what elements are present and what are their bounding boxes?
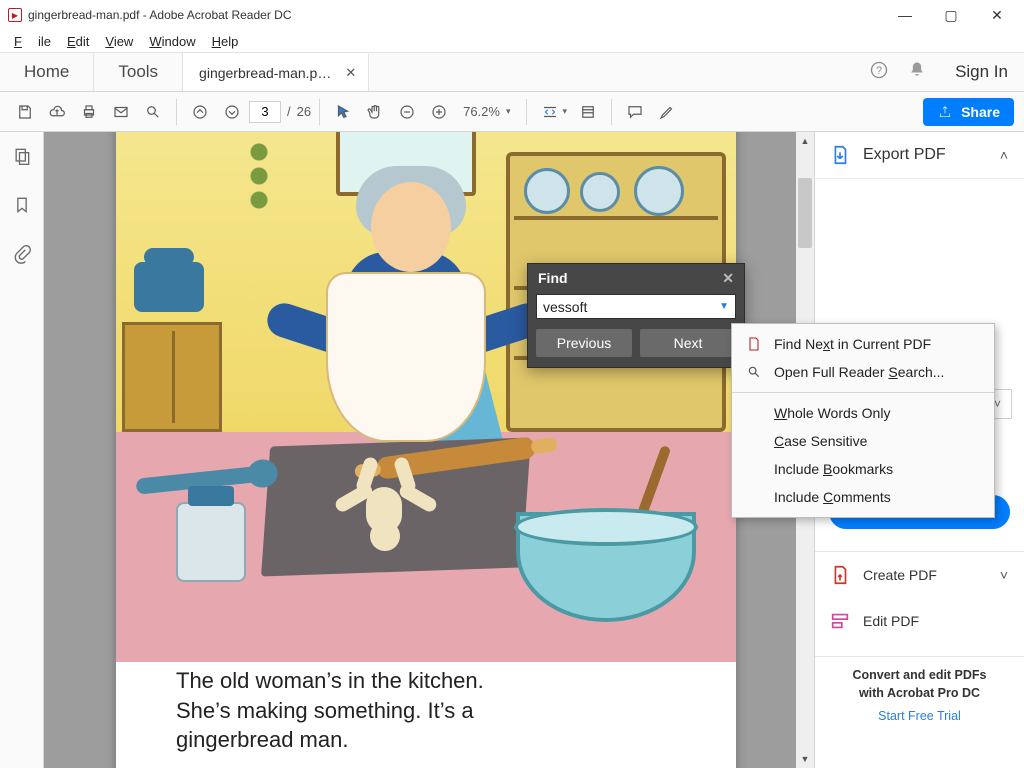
page-total: 26: [297, 104, 311, 119]
cloud-upload-icon[interactable]: [42, 97, 72, 127]
scroll-up-icon[interactable]: ▲: [796, 132, 814, 150]
tool-edit-pdf[interactable]: Edit PDF: [815, 598, 1024, 644]
fit-dropdown-caret[interactable]: ▾: [563, 106, 568, 117]
svg-text:?: ?: [876, 65, 882, 77]
window-minimize-button[interactable]: —: [882, 0, 928, 30]
chevron-up-icon: ˄: [1000, 147, 1008, 163]
menubar: File Edit View Window Help: [0, 30, 1024, 52]
scroll-thumb[interactable]: [798, 178, 812, 248]
tab-home[interactable]: Home: [0, 53, 94, 91]
help-icon[interactable]: ?: [869, 60, 889, 85]
page-down-icon[interactable]: [217, 97, 247, 127]
menu-include-comments[interactable]: Include Comments: [732, 483, 994, 511]
app-icon: [8, 8, 22, 22]
workspace: ◂: [0, 132, 1024, 768]
share-button[interactable]: Share: [923, 98, 1014, 126]
hand-icon[interactable]: [360, 97, 390, 127]
fit-width-icon[interactable]: [535, 97, 565, 127]
window-maximize-button[interactable]: ▢: [928, 0, 974, 30]
menu-whole-words[interactable]: Whole Words Only: [732, 399, 994, 427]
chevron-down-icon: ˅: [1000, 567, 1008, 583]
tab-document-label: gingerbread-man.p…: [199, 65, 331, 81]
page-illustration: [116, 132, 736, 662]
select-cursor-icon[interactable]: [328, 97, 358, 127]
menu-find-next-current[interactable]: Find Next in Current PDF: [732, 330, 994, 358]
menu-help[interactable]: Help: [204, 32, 247, 51]
zoom-in-icon[interactable]: [424, 97, 454, 127]
menu-file[interactable]: File: [6, 32, 59, 51]
start-free-trial-link[interactable]: Start Free Trial: [825, 708, 1014, 726]
search-icon: [746, 364, 762, 380]
comment-icon[interactable]: [620, 97, 650, 127]
highlight-icon[interactable]: [652, 97, 682, 127]
menu-view[interactable]: View: [97, 32, 141, 51]
tab-document[interactable]: gingerbread-man.p… ✕: [183, 53, 369, 91]
save-icon[interactable]: [10, 97, 40, 127]
chevron-down-icon: ˅: [994, 397, 1001, 411]
tabstrip: Home Tools gingerbread-man.p… ✕ ? Sign I…: [0, 52, 1024, 92]
find-title: Find: [538, 270, 568, 286]
menu-include-bookmarks[interactable]: Include Bookmarks: [732, 455, 994, 483]
menu-open-full-search[interactable]: Open Full Reader Search...: [732, 358, 994, 386]
find-close-icon[interactable]: ✕: [722, 270, 734, 287]
page-sep: /: [287, 104, 291, 119]
find-previous-button[interactable]: Previous: [536, 329, 632, 357]
menu-window[interactable]: Window: [141, 32, 203, 51]
tab-tools[interactable]: Tools: [94, 53, 183, 91]
find-panel: Find ✕ ▼ Previous Next: [527, 263, 745, 368]
tool-create-pdf[interactable]: Create PDF ˅: [815, 552, 1024, 598]
tool-export-pdf[interactable]: Export PDF ˄: [815, 132, 1024, 179]
sign-in-link[interactable]: Sign In: [955, 62, 1008, 82]
attachment-icon[interactable]: [12, 244, 32, 269]
bookmark-icon[interactable]: [12, 195, 32, 220]
scroll-down-icon[interactable]: ▼: [796, 750, 814, 768]
mail-icon[interactable]: [106, 97, 136, 127]
upsell-footer: Convert and edit PDFs with Acrobat Pro D…: [815, 657, 1024, 726]
page-up-icon[interactable]: [185, 97, 215, 127]
print-icon[interactable]: [74, 97, 104, 127]
window-titlebar: gingerbread-man.pdf - Adobe Acrobat Read…: [0, 0, 1024, 30]
find-options-dropdown-icon[interactable]: ▼: [719, 301, 729, 312]
menu-case-sensitive[interactable]: Case Sensitive: [732, 427, 994, 455]
pdf-small-icon: [746, 336, 762, 352]
thumbnails-icon[interactable]: [12, 146, 32, 171]
page-text: The old woman’s in the kitchen. She’s ma…: [116, 662, 736, 759]
bell-icon[interactable]: [907, 60, 927, 85]
zoom-out-icon[interactable]: [392, 97, 422, 127]
find-input[interactable]: [543, 299, 719, 315]
page-indicator: / 26: [249, 101, 311, 123]
window-close-button[interactable]: ✕: [974, 0, 1020, 30]
tab-close-icon[interactable]: ✕: [345, 65, 356, 81]
zoom-level[interactable]: 76.2% ▾: [456, 101, 517, 122]
page-display-icon[interactable]: [573, 97, 603, 127]
document-area[interactable]: The old woman’s in the kitchen. She’s ma…: [44, 132, 814, 768]
find-options-menu: Find Next in Current PDF Open Full Reade…: [731, 323, 995, 518]
page-current-input[interactable]: [249, 101, 281, 123]
menu-edit[interactable]: Edit: [59, 32, 97, 51]
search-icon[interactable]: [138, 97, 168, 127]
find-next-button[interactable]: Next: [640, 329, 736, 357]
find-input-wrap: ▼: [536, 294, 736, 319]
pdf-page: The old woman’s in the kitchen. She’s ma…: [116, 132, 736, 768]
toolbar: / 26 76.2% ▾ ▾ Share: [0, 92, 1024, 132]
left-nav-rail: [0, 132, 44, 768]
window-title: gingerbread-man.pdf - Adobe Acrobat Read…: [28, 8, 882, 22]
